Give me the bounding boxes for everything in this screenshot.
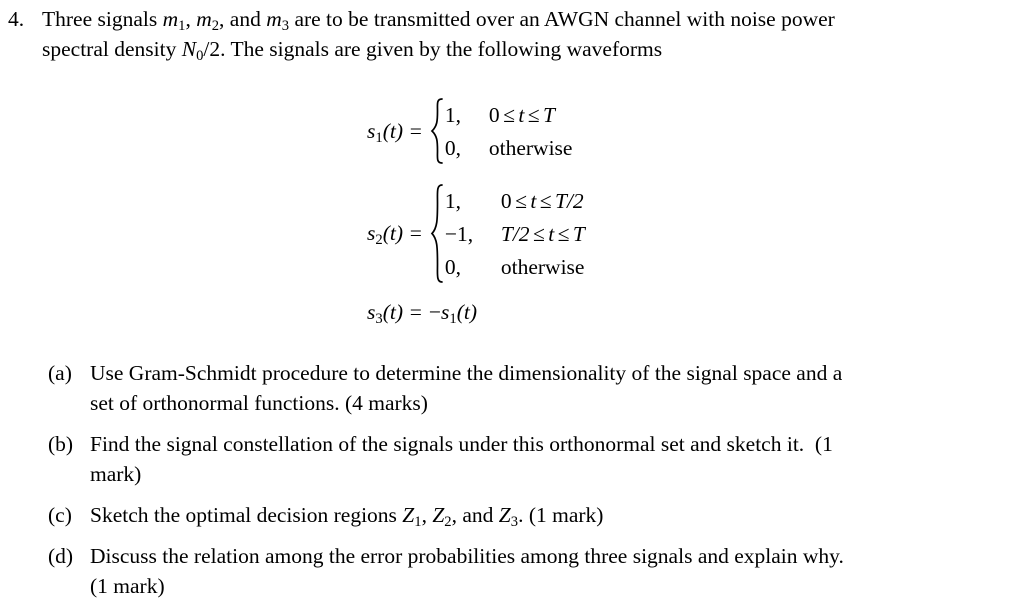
subquestion-d: (d) Discuss the relation among the error… (48, 541, 1024, 601)
case-row: −1, T/2 ≤ t ≤ T (445, 217, 585, 250)
left-brace-s1 (429, 98, 445, 164)
question-text: Three signals m1, m2, and m3 are to be t… (42, 4, 1016, 64)
region-sep-1: , (421, 503, 433, 527)
variable-m1: m1 (162, 7, 186, 35)
document-page: 4. Three signals m1, m2, and m3 are to b… (0, 0, 1024, 612)
case-condition: 0 ≤ t ≤ T/2 (500, 188, 584, 213)
equation-s1-cases: 1, 0 ≤ t ≤ T 0, otherwise (445, 98, 573, 164)
case-value: −1, (444, 221, 474, 246)
question-sep-2: , and (219, 7, 267, 31)
case-value: 0, (444, 135, 461, 160)
signal-s2-symbol: s2 (367, 221, 383, 249)
case-row: 1, 0 ≤ t ≤ T/2 (445, 184, 585, 217)
region-z1: Z1 (402, 503, 422, 531)
subquestion-a-marker: (a) (48, 361, 72, 385)
subquestion-b-sentence: Find the signal constellation of the sig… (90, 432, 805, 456)
question-line-1-suffix: are to be transmitted over an AWGN chann… (289, 7, 835, 31)
subquestion-b-text: Find the signal constellation of the sig… (90, 429, 1024, 489)
equation-s1-arg: (t) = (382, 118, 423, 143)
subquestion-c-marker: (c) (48, 503, 72, 527)
case-condition: otherwise (500, 254, 585, 279)
region-sep-2: , and (451, 503, 499, 527)
subquestion-c: (c) Sketch the optimal decision regions … (48, 500, 1024, 530)
signal-s1-reference: s1 (441, 300, 457, 328)
question-item-4: 4. Three signals m1, m2, and m3 are to b… (8, 4, 1016, 64)
equation-s1: s1(t) = 1, 0 ≤ t ≤ T 0, otherwise (367, 98, 572, 164)
question-line-1-prefix: Three signals (42, 7, 163, 31)
equation-s3-arg: (t) = (382, 300, 423, 324)
subquestion-b: (b) Find the signal constellation of the… (48, 429, 1024, 489)
case-value: 0, (444, 254, 461, 279)
subquestion-b-line-2: mark) (90, 462, 142, 486)
case-value: 1, (444, 188, 461, 213)
equation-s2-arg: (t) = (382, 221, 423, 245)
subquestion-b-marks-start: (1 (814, 432, 833, 456)
region-z2: Z2 (432, 503, 452, 531)
subquestion-c-prefix: Sketch the optimal decision regions (90, 503, 403, 527)
subquestion-list: (a) Use Gram-Schmidt procedure to determ… (48, 358, 1024, 612)
case-value: 1, (444, 102, 461, 127)
variable-m3: m3 (266, 7, 290, 35)
equation-s2: s2(t) = 1, 0 ≤ t ≤ T/2 −1, T/2 ≤ t ≤ T 0, otherw… (367, 184, 585, 283)
question-line-1: Three signals m1, m2, and m3 are to be t… (42, 4, 1016, 34)
subquestion-d-line-2: (1 mark) (90, 574, 165, 598)
subquestion-c-text: Sketch the optimal decision regions Z1 , … (90, 500, 1024, 530)
signal-s1-symbol: s1 (367, 118, 383, 146)
subquestion-b-marker: (b) (48, 432, 74, 456)
subquestion-a-text: Use Gram-Schmidt procedure to determine … (90, 358, 1024, 418)
case-condition: otherwise (488, 135, 573, 160)
variable-m2: m2 (196, 7, 220, 35)
case-row: 0, otherwise (445, 131, 573, 164)
subquestion-c-suffix: . (1 mark) (518, 503, 604, 527)
subquestion-d-text: Discuss the relation among the error pro… (90, 541, 1024, 601)
case-condition: T/2 ≤ t ≤ T (500, 221, 585, 246)
question-sep-1: , (185, 7, 197, 31)
equation-s3-sign: − (428, 300, 442, 324)
question-line-2: spectral density N0/2. The signals are g… (42, 34, 1016, 64)
question-line-2-prefix: spectral density (42, 37, 182, 61)
variable-n0: N0 (181, 37, 204, 65)
case-row: 0, otherwise (445, 250, 585, 283)
equation-s3-rhs-arg: (t) (456, 300, 477, 324)
subquestion-b-line-1: Find the signal constellation of the sig… (90, 429, 1024, 459)
subquestion-a: (a) Use Gram-Schmidt procedure to determ… (48, 358, 1024, 418)
subquestion-a-line-2: set of orthonormal functions. (4 marks) (90, 391, 428, 415)
subquestion-d-line-1: Discuss the relation among the error pro… (90, 544, 844, 568)
equation-s2-lhs: s2(t) = (367, 221, 429, 249)
question-line-2-suffix: /2. The signals are given by the followi… (203, 37, 663, 61)
sentence-space (804, 432, 815, 456)
case-condition: 0 ≤ t ≤ T (488, 102, 555, 127)
equation-s1-lhs: s1(t) = (367, 118, 429, 146)
case-row: 1, 0 ≤ t ≤ T (445, 98, 573, 131)
equation-s3: s3(t) = −s1(t) (367, 297, 477, 327)
subquestion-a-line-1: Use Gram-Schmidt procedure to determine … (90, 361, 843, 385)
subquestion-d-marker: (d) (48, 544, 74, 568)
question-number: 4. (8, 7, 25, 31)
subquestion-c-line-1: Sketch the optimal decision regions Z1 , … (90, 500, 1024, 530)
equation-s2-cases: 1, 0 ≤ t ≤ T/2 −1, T/2 ≤ t ≤ T 0, otherwise (445, 184, 585, 283)
left-brace-s2 (429, 184, 445, 283)
region-z3: Z3 (498, 503, 519, 531)
signal-s3-symbol: s3 (367, 300, 383, 328)
